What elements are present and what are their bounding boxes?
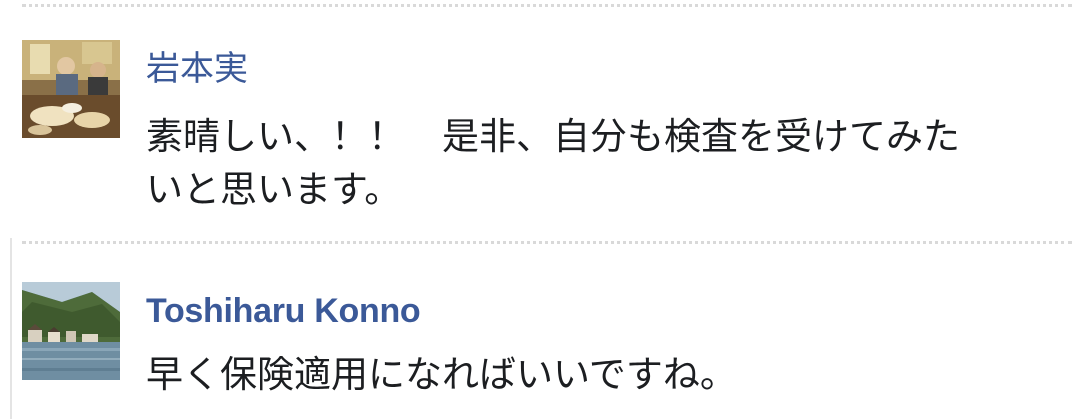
comment-text-line: いと思います。 bbox=[146, 168, 402, 211]
avatar[interactable] bbox=[22, 40, 120, 138]
photo-avatar-indoor-party-icon bbox=[22, 40, 120, 138]
divider bbox=[22, 241, 1072, 244]
comment-text: 早く保険適用になればいいですね。 bbox=[146, 348, 737, 401]
comment-author[interactable]: Toshiharu Konno bbox=[146, 294, 421, 328]
avatar[interactable] bbox=[22, 282, 120, 380]
comment-author[interactable]: 岩本実 bbox=[146, 52, 248, 86]
comment-text: 素晴しい、！！ 是非、自分も検査を受けてみた いと思います。 bbox=[146, 110, 960, 216]
photo-avatar-lakeside-village-icon bbox=[22, 282, 120, 380]
comment-thread: 岩本実 素晴しい、！！ 是非、自分も検査を受けてみた いと思います。 Toshi… bbox=[0, 0, 1080, 419]
comment-item: 岩本実 素晴しい、！！ 是非、自分も検査を受けてみた いと思います。 bbox=[22, 40, 1070, 230]
divider bbox=[22, 4, 1072, 7]
comment-text-line: 素晴しい、！！ 是非、自分も検査を受けてみた bbox=[146, 115, 960, 158]
comment-item: Toshiharu Konno 早く保険適用になればいいですね。 bbox=[22, 282, 1070, 412]
reply-thread-line bbox=[10, 238, 12, 419]
comment-text-line: 早く保険適用になればいいですね。 bbox=[146, 353, 737, 396]
